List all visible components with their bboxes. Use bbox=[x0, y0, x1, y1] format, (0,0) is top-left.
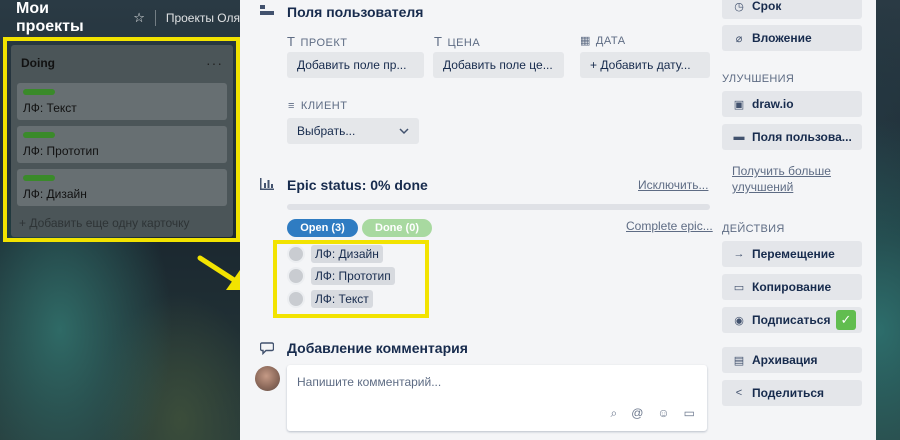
list-field-icon: ≡ bbox=[288, 100, 295, 112]
epic-item[interactable]: ЛФ: Прототип bbox=[287, 267, 395, 285]
archive-button[interactable]: ▤ Архивация bbox=[722, 347, 862, 373]
epic-item[interactable]: ЛФ: Дизайн bbox=[287, 245, 383, 263]
drawio-label: draw.io bbox=[752, 97, 794, 111]
field-label-price-text: ЦЕНА bbox=[447, 37, 481, 49]
epic-item-name: ЛФ: Текст bbox=[311, 290, 373, 308]
subscribe-button[interactable]: ◉ Подписаться ✓ bbox=[722, 307, 862, 333]
due-date-button[interactable]: ◷ Срок bbox=[722, 0, 862, 19]
exclude-link[interactable]: Исключить... bbox=[638, 178, 708, 192]
avatar-icon bbox=[287, 245, 305, 263]
check-icon: ✓ bbox=[836, 310, 856, 330]
board-header: Мои проекты ☆ Проекты Оля bbox=[0, 0, 240, 36]
epic-item-name: ЛФ: Прототип bbox=[311, 267, 395, 285]
chevron-down-icon bbox=[399, 128, 409, 135]
clock-icon: ◷ bbox=[734, 0, 744, 13]
comment-placeholder: Напишите комментарий... bbox=[297, 375, 442, 389]
card-link-icon[interactable]: ▭ bbox=[684, 406, 695, 421]
comment-input[interactable]: Напишите комментарий... ⌕ @ ☺ ▭ bbox=[287, 365, 707, 431]
custom-fields-label: Поля пользова... bbox=[752, 130, 852, 144]
more-powerups-link[interactable]: Получить больше улучшений bbox=[732, 163, 862, 195]
custom-fields-icon: ▬ bbox=[733, 131, 745, 143]
epic-item[interactable]: ЛФ: Текст bbox=[287, 290, 373, 308]
custom-fields-title: Поля пользователя bbox=[287, 4, 424, 20]
emoji-icon[interactable]: ☺ bbox=[657, 406, 669, 421]
price-field-button[interactable]: Добавить поле це... bbox=[433, 52, 564, 78]
board-team[interactable]: Проекты Оля bbox=[166, 11, 240, 25]
share-icon: < bbox=[735, 387, 743, 399]
epic-progress-bar bbox=[287, 204, 710, 210]
arrow-right-icon: → bbox=[733, 248, 745, 260]
open-pill[interactable]: Open (3) bbox=[287, 219, 358, 237]
move-label: Перемещение bbox=[752, 247, 835, 261]
eye-icon: ◉ bbox=[734, 314, 744, 327]
card-main: Поля пользователя T ПРОЕКТ Добавить поле … bbox=[240, 0, 720, 440]
actions-heading: ДЕЙСТВИЯ bbox=[722, 223, 785, 235]
done-pill[interactable]: Done (0) bbox=[362, 219, 432, 237]
user-avatar[interactable] bbox=[255, 366, 280, 391]
comment-toolbar: ⌕ @ ☺ ▭ bbox=[610, 406, 695, 421]
card-detail-modal: Поля пользователя T ПРОЕКТ Добавить поле … bbox=[240, 0, 876, 440]
archive-label: Архивация bbox=[752, 353, 818, 367]
field-label-client: ≡ КЛИЕНТ bbox=[288, 100, 347, 112]
field-label-project: T ПРОЕКТ bbox=[287, 34, 347, 49]
text-field-icon: T bbox=[434, 34, 443, 49]
avatar-icon bbox=[287, 290, 305, 308]
share-label: Поделиться bbox=[752, 386, 825, 400]
move-button[interactable]: → Перемещение bbox=[722, 241, 862, 267]
date-field-button[interactable]: + Добавить дату... bbox=[580, 52, 710, 78]
subscribe-label: Подписаться bbox=[752, 313, 831, 327]
due-date-label: Срок bbox=[752, 0, 782, 13]
custom-fields-icon bbox=[260, 5, 274, 15]
project-field-button[interactable]: Добавить поле пр... bbox=[287, 52, 424, 78]
paperclip-icon: ⌀ bbox=[735, 32, 743, 45]
client-select[interactable]: Выбрать... bbox=[287, 118, 419, 144]
paperclip-icon[interactable]: ⌕ bbox=[610, 406, 617, 421]
board-title[interactable]: Мои проекты bbox=[16, 0, 111, 36]
field-label-client-text: КЛИЕНТ bbox=[300, 100, 348, 112]
archive-icon: ▤ bbox=[733, 354, 745, 367]
copy-icon: ▭ bbox=[733, 281, 745, 294]
comment-title: Добавление комментария bbox=[287, 340, 468, 356]
epic-status-title: Epic status: 0% done bbox=[287, 177, 428, 193]
attachment-button[interactable]: ⌀ Вложение bbox=[722, 25, 862, 51]
share-button[interactable]: < Поделиться bbox=[722, 380, 862, 406]
complete-epic-link[interactable]: Complete epic... bbox=[626, 219, 713, 233]
attachment-label: Вложение bbox=[752, 31, 812, 45]
copy-label: Копирование bbox=[752, 280, 832, 294]
field-label-project-text: ПРОЕКТ bbox=[300, 37, 348, 49]
client-select-value: Выбрать... bbox=[297, 124, 356, 138]
copy-button[interactable]: ▭ Копирование bbox=[722, 274, 862, 300]
calendar-icon: ▦ bbox=[580, 35, 591, 47]
drawio-icon: ▣ bbox=[733, 98, 745, 111]
highlight-frame-list bbox=[3, 37, 240, 242]
epic-item-name: ЛФ: Дизайн bbox=[311, 245, 383, 263]
field-label-price: T ЦЕНА bbox=[434, 34, 480, 49]
comment-icon bbox=[260, 342, 274, 355]
field-label-date: ▦ ДАТА bbox=[580, 34, 626, 47]
mention-icon[interactable]: @ bbox=[631, 406, 643, 421]
star-icon[interactable]: ☆ bbox=[133, 10, 145, 26]
chart-icon bbox=[260, 178, 274, 190]
drawio-button[interactable]: ▣ draw.io bbox=[722, 91, 862, 117]
avatar-icon bbox=[287, 267, 305, 285]
field-label-date-text: ДАТА bbox=[595, 35, 626, 47]
custom-fields-button[interactable]: ▬ Поля пользова... bbox=[722, 124, 862, 150]
powerups-heading: УЛУЧШЕНИЯ bbox=[722, 73, 795, 85]
text-field-icon: T bbox=[287, 34, 296, 49]
divider bbox=[154, 10, 156, 26]
